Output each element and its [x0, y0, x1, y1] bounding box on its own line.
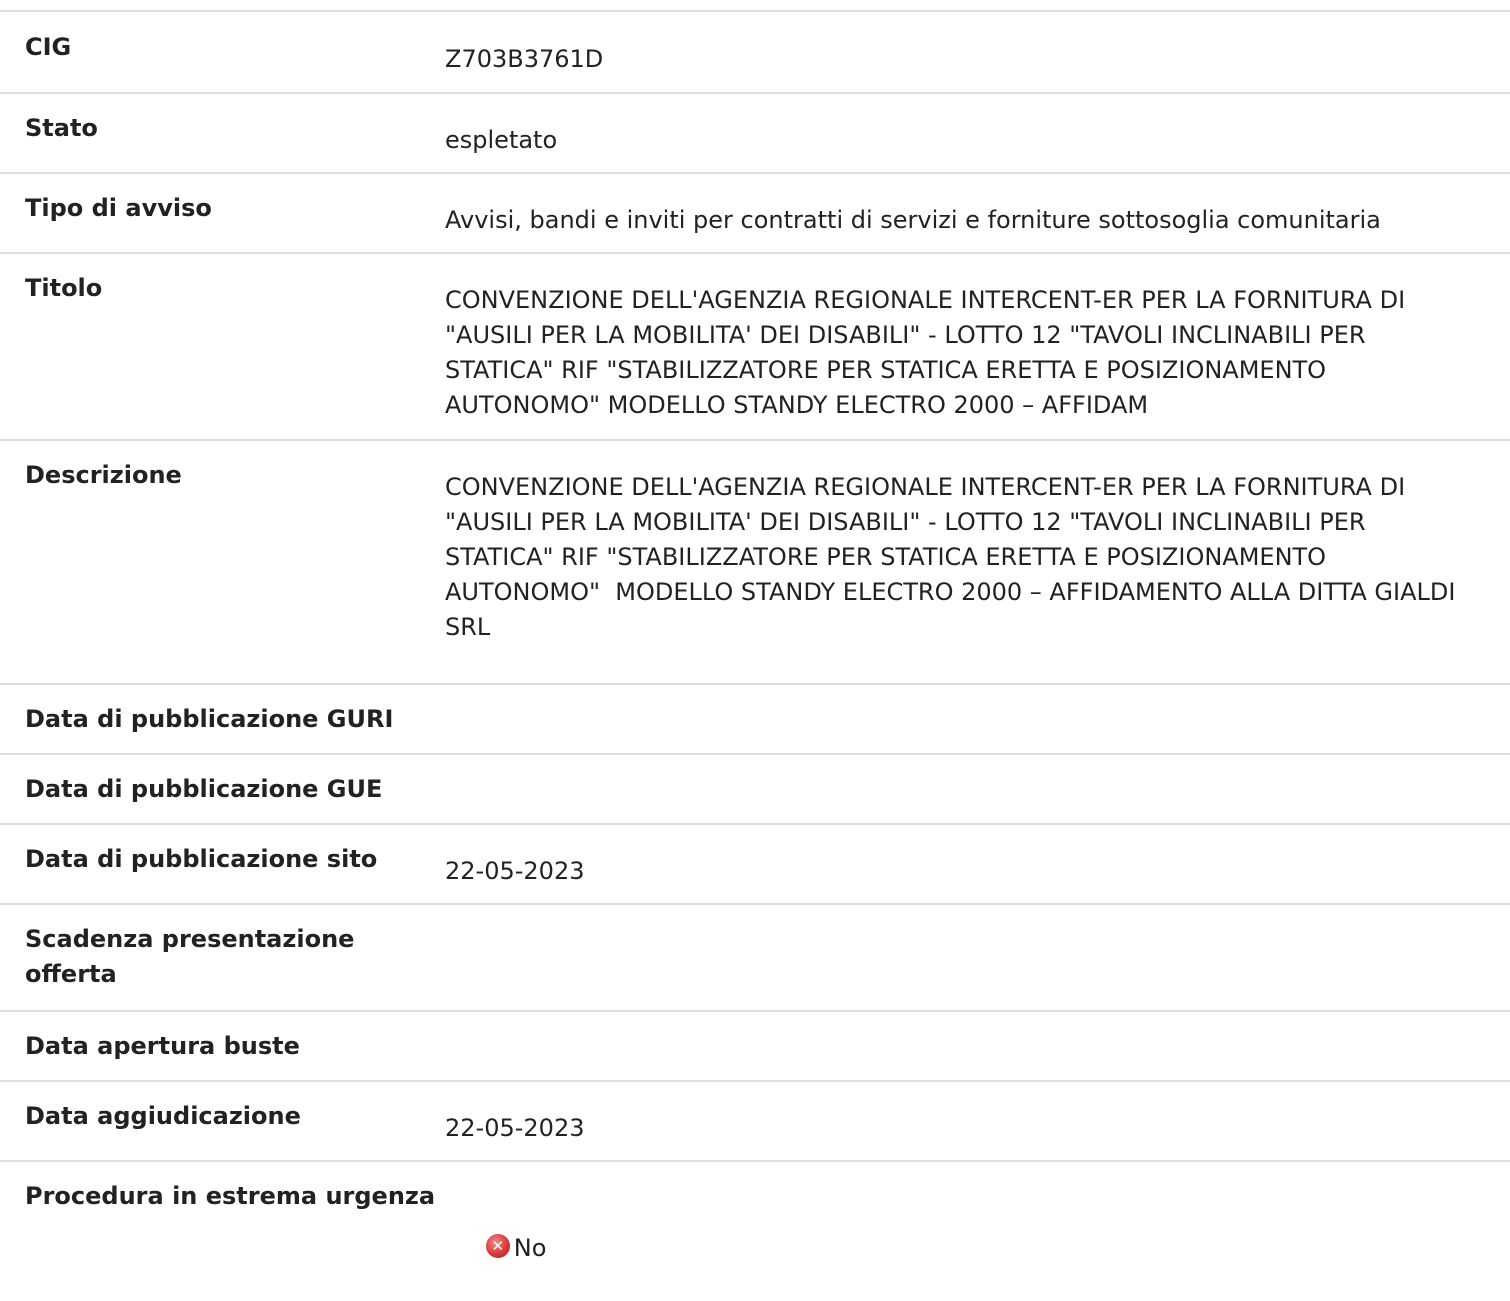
row-cig: CIG Z703B3761D [0, 12, 1510, 94]
field-label: Scadenza presentazione offerta [25, 925, 355, 988]
field-label: Data aggiudicazione [25, 1102, 301, 1130]
field-label: Data di pubblicazione GURI [25, 705, 394, 733]
field-value: 22-05-2023 [445, 1114, 585, 1142]
field-label: Tipo di avviso [25, 194, 212, 222]
row-urgenza: Procedura in estrema urgenza ✕ No [0, 1162, 1510, 1262]
row-apertura-buste: Data apertura buste [0, 1012, 1510, 1082]
field-value: CONVENZIONE DELL'AGENZIA REGIONALE INTER… [445, 286, 1413, 419]
field-label: Data di pubblicazione sito [25, 845, 378, 873]
field-label: Data di pubblicazione GUE [25, 775, 383, 803]
field-label: CIG [25, 33, 72, 61]
close-circle-icon: ✕ [485, 1234, 510, 1258]
row-data-gue: Data di pubblicazione GUE [0, 755, 1510, 825]
row-stato: Stato espletato [0, 94, 1510, 174]
field-value: Avvisi, bandi e inviti per contratti di … [445, 206, 1381, 234]
row-aggiudicazione: Data aggiudicazione 22-05-2023 [0, 1082, 1510, 1162]
field-label: Titolo [25, 274, 103, 302]
row-scadenza: Scadenza presentazione offerta [0, 905, 1510, 1012]
field-value: espletato [445, 126, 558, 154]
row-titolo: Titolo CONVENZIONE DELL'AGENZIA REGIONAL… [0, 254, 1510, 441]
field-value: ✕ No [440, 1179, 1510, 1301]
field-value: Z703B3761D [445, 45, 604, 73]
field-value: 22-05-2023 [445, 857, 585, 885]
field-value: CONVENZIONE DELL'AGENZIA REGIONALE INTER… [445, 473, 1464, 641]
field-label: Procedura in estrema urgenza [25, 1182, 436, 1210]
row-tipo-avviso: Tipo di avviso Avvisi, bandi e inviti pe… [0, 174, 1510, 254]
row-descrizione: Descrizione CONVENZIONE DELL'AGENZIA REG… [0, 441, 1510, 685]
field-label: Descrizione [25, 461, 182, 489]
field-label: Data apertura buste [25, 1032, 300, 1060]
field-label: Stato [25, 114, 98, 142]
detail-table: CIG Z703B3761D Stato espletato Tipo di a… [0, 10, 1510, 1262]
row-data-guri: Data di pubblicazione GURI [0, 685, 1510, 755]
row-data-sito: Data di pubblicazione sito 22-05-2023 [0, 825, 1510, 905]
